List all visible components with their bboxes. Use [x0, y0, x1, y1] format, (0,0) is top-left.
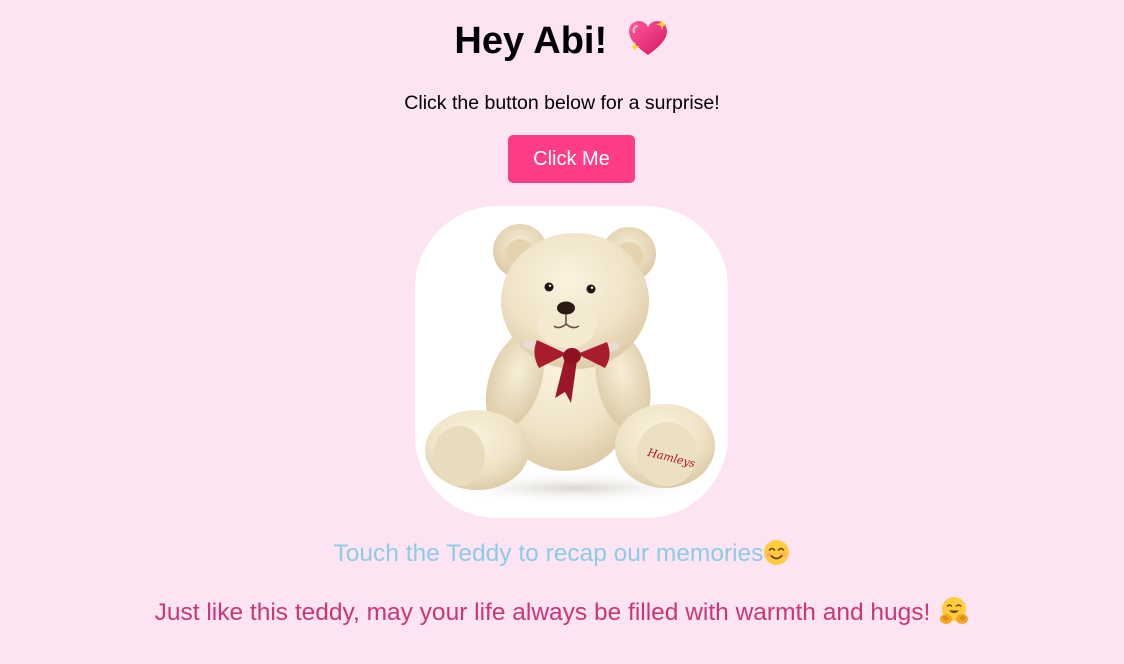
header: Hey Abi! [0, 18, 1124, 64]
touch-prompt: Touch the Teddy to recap our memories [0, 539, 1124, 568]
wish-text: Just like this teddy, may your life alwa… [154, 599, 931, 626]
hugging-face-icon [940, 597, 969, 624]
smiling-face-icon [764, 539, 790, 565]
page-title: Hey Abi! [454, 20, 608, 62]
intro-text: Click the button below for a surprise! [404, 92, 720, 114]
wish-message: Just like this teddy, may your life alwa… [0, 597, 1124, 628]
click-me-button[interactable]: Click Me [508, 135, 635, 183]
touch-prompt-text: Touch the Teddy to recap our memories [333, 540, 764, 567]
page: Hey Abi! Click the button below for a su… [0, 0, 1124, 664]
sparkling-heart-icon [628, 19, 668, 55]
teddy-bear-illustration: Hamleys [425, 224, 715, 504]
teddy-image[interactable]: Hamleys [415, 206, 728, 518]
